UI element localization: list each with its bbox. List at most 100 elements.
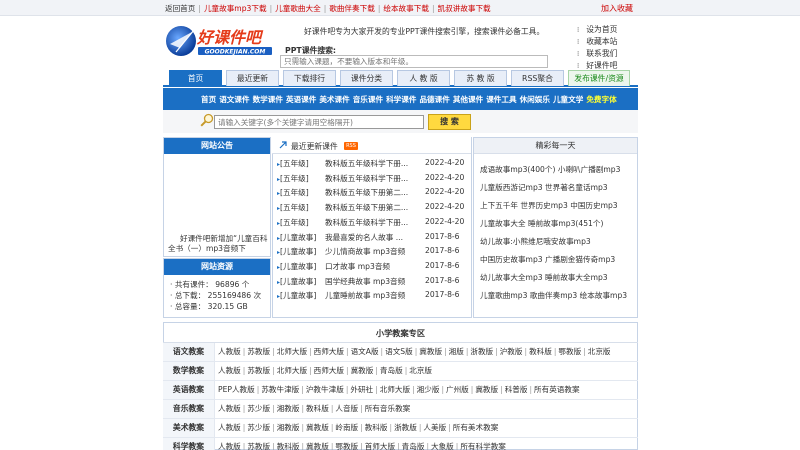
category-link[interactable]: 英语课件 <box>286 95 316 104</box>
latest-row[interactable]: ▸[儿童故事] 我最喜爱的名人故事 ... 2017-8-6 <box>277 232 469 246</box>
lesson-subject[interactable]: 数学教案 <box>163 362 215 380</box>
nav-tab[interactable]: 人 教 版 <box>397 70 450 86</box>
latest-title-link[interactable]: 我最喜爱的名人故事 ... <box>325 232 403 243</box>
lesson-edition-link[interactable]: 首师大版 <box>365 442 395 450</box>
lesson-edition-link[interactable]: 西师大版 <box>314 347 344 356</box>
nav-tab[interactable]: 最近更新 <box>226 70 279 86</box>
category-link[interactable]: 音乐课件 <box>353 95 383 104</box>
featured-item[interactable]: 幼儿故事:小熊维尼哦安故事mp3 <box>480 236 591 247</box>
latest-category[interactable]: [儿童故事] <box>280 232 316 243</box>
latest-title-link[interactable]: 少儿情商故事 mp3音频 <box>325 246 405 257</box>
featured-item[interactable]: 儿童歌曲mp3 歌曲伴奏mp3 绘本故事mp3 <box>480 290 627 301</box>
latest-title-link[interactable]: 口才故事 mp3音频 <box>325 261 390 272</box>
latest-row[interactable]: ▸[五年级] 教科版五年级科学下册... 2022-4-20 <box>277 173 469 187</box>
lesson-edition-link[interactable]: 苏少版 <box>247 423 270 432</box>
lesson-edition-link[interactable]: 科普版 <box>505 385 528 394</box>
lesson-edition-link[interactable]: 浙教版 <box>470 347 493 356</box>
top-link[interactable]: 返回首页 <box>165 4 195 13</box>
lesson-edition-link[interactable]: 湘教版 <box>277 423 300 432</box>
top-link[interactable]: 歌曲伴奏下载 <box>329 4 375 13</box>
category-link[interactable]: 其他课件 <box>453 95 483 104</box>
lesson-edition-link[interactable]: 冀教版 <box>419 347 442 356</box>
lesson-edition-link[interactable]: PEP人教版 <box>218 385 255 394</box>
lesson-subject[interactable]: 科学教案 <box>163 438 215 450</box>
lesson-edition-link[interactable]: 青岛版 <box>380 366 403 375</box>
latest-row[interactable]: ▸[儿童故事] 口才故事 mp3音频 2017-8-6 <box>277 261 469 275</box>
lesson-edition-link[interactable]: 所有英语教案 <box>534 385 580 394</box>
latest-category[interactable]: [儿童故事] <box>280 246 316 257</box>
header-link[interactable]: 收藏本站 <box>586 37 617 46</box>
latest-category[interactable]: [五年级] <box>280 158 309 169</box>
notice-text[interactable]: 好课件吧新增加“儿童百科全书（一）mp3音频下 <box>168 234 274 254</box>
category-link[interactable]: 课件工具 <box>486 95 516 104</box>
nav-tab[interactable]: RSS聚合 <box>511 70 564 86</box>
lesson-edition-link[interactable]: 沪教牛津版 <box>306 385 344 394</box>
lesson-edition-link[interactable]: 青岛版 <box>402 442 425 450</box>
keyword-search-input[interactable] <box>214 115 424 129</box>
lesson-edition-link[interactable]: 大象版 <box>431 442 454 450</box>
header-link[interactable]: 联系我们 <box>586 49 617 58</box>
lesson-edition-link[interactable]: 所有美术教案 <box>453 423 499 432</box>
lesson-edition-link[interactable]: 语文S版 <box>385 347 413 356</box>
latest-title-link[interactable]: 教科版五年级科学下册... <box>325 158 408 169</box>
lesson-edition-link[interactable]: 冀教版 <box>306 442 329 450</box>
header-link-row[interactable]: ⁞ 收藏本站 <box>577 36 617 48</box>
header-link[interactable]: 好课件吧 <box>586 61 617 70</box>
category-link[interactable]: 儿童文学 <box>553 95 583 104</box>
lesson-edition-link[interactable]: 人教版 <box>218 347 241 356</box>
lesson-edition-link[interactable]: 教科版 <box>306 404 329 413</box>
latest-title-link[interactable]: 教科版五年级科学下册... <box>325 173 408 184</box>
latest-row[interactable]: ▸[五年级] 教科版五年级下册第二... 2022-4-20 <box>277 187 469 201</box>
lesson-subject[interactable]: 英语教案 <box>163 381 215 399</box>
category-link[interactable]: 科学课件 <box>386 95 416 104</box>
latest-title-link[interactable]: 国学经典故事 mp3音频 <box>325 276 405 287</box>
lesson-edition-link[interactable]: 苏少版 <box>247 404 270 413</box>
category-link[interactable]: 语文课件 <box>219 95 249 104</box>
featured-item[interactable]: 幼儿故事大全mp3 睡前故事大全mp3 <box>480 272 608 283</box>
rss-badge[interactable]: RSS <box>344 142 358 150</box>
lesson-edition-link[interactable]: 人教版 <box>218 442 241 450</box>
latest-title-link[interactable]: 教科版五年级下册第二... <box>325 202 408 213</box>
latest-row[interactable]: ▸[五年级] 教科版五年级科学下册... 2022-4-20 <box>277 217 469 231</box>
featured-item[interactable]: 儿童故事大全 睡前故事mp3(451个) <box>480 218 603 229</box>
lesson-edition-link[interactable]: 教科版 <box>277 442 300 450</box>
lesson-edition-link[interactable]: 北京版 <box>409 366 432 375</box>
lesson-subject[interactable]: 语文教案 <box>163 343 215 361</box>
free-fonts-link[interactable]: 免费字体 <box>586 95 616 104</box>
lesson-edition-link[interactable]: 语文A版 <box>351 347 379 356</box>
keyword-search-button[interactable]: 搜 索 <box>428 114 471 130</box>
site-logo[interactable]: 好课件吧 GOODKEJIAN.COM <box>164 22 276 60</box>
nav-tab[interactable]: 首页 <box>169 70 222 86</box>
featured-item[interactable]: 儿童版西游记mp3 世界著名童话mp3 <box>480 182 608 193</box>
lesson-edition-link[interactable]: 冀教版 <box>306 423 329 432</box>
lesson-edition-link[interactable]: 人教版 <box>218 404 241 413</box>
top-link[interactable]: 儿童故事mp3下载 <box>204 4 267 13</box>
lesson-edition-link[interactable]: 湘少版 <box>417 385 440 394</box>
lesson-edition-link[interactable]: 教科版 <box>529 347 552 356</box>
featured-item[interactable]: 中国历史故事mp3 广播剧金猫传奇mp3 <box>480 254 615 265</box>
latest-category[interactable]: [五年级] <box>280 217 309 228</box>
lesson-edition-link[interactable]: 苏教版 <box>247 347 270 356</box>
lesson-edition-link[interactable]: 人教版 <box>218 366 241 375</box>
lesson-subject[interactable]: 音乐教案 <box>163 400 215 418</box>
lesson-edition-link[interactable]: 湘教版 <box>277 404 300 413</box>
lesson-edition-link[interactable]: 鄂教版 <box>558 347 581 356</box>
lesson-edition-link[interactable]: 北师大版 <box>277 347 307 356</box>
latest-category[interactable]: [儿童故事] <box>280 276 316 287</box>
lesson-edition-link[interactable]: 所有科学教案 <box>460 442 506 450</box>
lesson-edition-link[interactable]: 北师大版 <box>277 366 307 375</box>
lesson-edition-link[interactable]: 北京版 <box>588 347 611 356</box>
header-link-row[interactable]: ⁞ 联系我们 <box>577 48 617 60</box>
lesson-subject[interactable]: 美术教案 <box>163 419 215 437</box>
featured-item[interactable]: 上下五千年 世界历史mp3 中国历史mp3 <box>480 200 618 211</box>
latest-category[interactable]: [儿童故事] <box>280 261 316 272</box>
category-link[interactable]: 品德课件 <box>419 95 449 104</box>
publish-resource-tab[interactable]: 发布课件/资源 <box>568 70 630 86</box>
latest-category[interactable]: [儿童故事] <box>280 290 316 301</box>
top-link[interactable]: 凯叔讲故事下载 <box>438 4 491 13</box>
nav-tab[interactable]: 苏 教 版 <box>454 70 507 86</box>
lesson-edition-link[interactable]: 人音版 <box>335 404 358 413</box>
lesson-edition-link[interactable]: 浙教版 <box>394 423 417 432</box>
lesson-edition-link[interactable]: 教科版 <box>365 423 388 432</box>
top-link[interactable]: 儿童歌曲大全 <box>275 4 321 13</box>
